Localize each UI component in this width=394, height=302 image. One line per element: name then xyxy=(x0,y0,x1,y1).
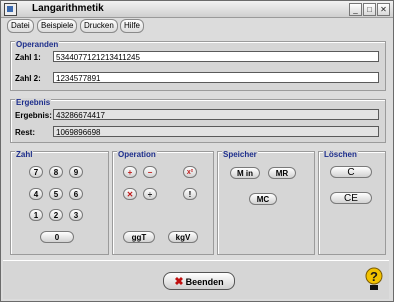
speicher-title: Speicher xyxy=(222,150,258,159)
close-button[interactable]: ✕ xyxy=(377,3,390,16)
rest-label: Rest: xyxy=(15,128,36,137)
key-8[interactable]: 8 xyxy=(49,166,63,178)
menu-datei[interactable]: Datei xyxy=(7,19,34,33)
power-button[interactable]: x² xyxy=(183,166,197,178)
ergebnis-label: Ergebnis: xyxy=(15,111,52,120)
operation-group: Operation + − x² ✕ ÷ ! ggT kgV xyxy=(112,150,214,255)
divide-button[interactable]: ÷ xyxy=(143,188,157,200)
operation-title: Operation xyxy=(117,150,157,159)
key-4[interactable]: 4 xyxy=(29,188,43,200)
key-2[interactable]: 2 xyxy=(49,209,63,221)
speicher-group: Speicher M in MR MC xyxy=(217,150,315,255)
clear-button[interactable]: C xyxy=(330,166,372,178)
memory-recall-button[interactable]: MR xyxy=(268,167,296,179)
menu-drucken[interactable]: Drucken xyxy=(80,19,118,33)
beenden-button[interactable]: ✖ Beenden xyxy=(163,272,235,290)
svg-text:?: ? xyxy=(370,269,378,284)
key-0[interactable]: 0 xyxy=(40,231,74,243)
ergebnis-title: Ergebnis xyxy=(15,98,52,107)
factorial-button[interactable]: ! xyxy=(183,188,197,200)
key-9[interactable]: 9 xyxy=(69,166,83,178)
menu-hilfe[interactable]: Hilfe xyxy=(120,19,145,33)
operanden-group: Operanden Zahl 1: 5344077121213411245 Za… xyxy=(10,40,386,91)
close-x-icon: ✖ xyxy=(174,276,184,288)
help-question-icon[interactable]: ? xyxy=(363,267,385,291)
kgv-button[interactable]: kgV xyxy=(168,231,198,243)
zahl-group: Zahl 7 8 9 4 5 6 1 2 3 0 xyxy=(10,150,109,255)
key-5[interactable]: 5 xyxy=(49,188,63,200)
minus-button[interactable]: − xyxy=(143,166,157,178)
ggt-button[interactable]: ggT xyxy=(123,231,155,243)
zahl1-input[interactable]: 5344077121213411245 xyxy=(53,51,379,62)
key-6[interactable]: 6 xyxy=(69,188,83,200)
beenden-label: Beenden xyxy=(185,277,224,287)
app-icon xyxy=(4,3,17,16)
plus-button[interactable]: + xyxy=(123,166,137,178)
zahl2-label: Zahl 2: xyxy=(15,74,41,83)
memory-clear-button[interactable]: MC xyxy=(249,193,277,205)
window-title: Langarithmetik xyxy=(32,3,104,14)
operanden-title: Operanden xyxy=(15,40,60,49)
app-window: Langarithmetik _ □ ✕ Datei Beispiele Dru… xyxy=(0,0,394,302)
rest-output: 1069896698 xyxy=(53,126,379,137)
zahl1-label: Zahl 1: xyxy=(15,53,41,62)
key-1[interactable]: 1 xyxy=(29,209,43,221)
ergebnis-output: 43286674417 xyxy=(53,109,379,120)
multiply-button[interactable]: ✕ xyxy=(123,188,137,200)
maximize-button[interactable]: □ xyxy=(363,3,376,16)
menu-beispiele[interactable]: Beispiele xyxy=(37,19,78,33)
ergebnis-group: Ergebnis Ergebnis: 43286674417 Rest: 106… xyxy=(10,98,386,143)
key-7[interactable]: 7 xyxy=(29,166,43,178)
loeschen-group: Löschen C CE xyxy=(318,150,386,255)
zahl2-input[interactable]: 1234577891 xyxy=(53,72,379,83)
title-bar: Langarithmetik _ □ ✕ xyxy=(1,1,393,18)
key-3[interactable]: 3 xyxy=(69,209,83,221)
loeschen-title: Löschen xyxy=(323,150,358,159)
memory-in-button[interactable]: M in xyxy=(230,167,260,179)
minimize-button[interactable]: _ xyxy=(349,3,362,16)
clear-entry-button[interactable]: CE xyxy=(330,192,372,204)
zahl-title: Zahl xyxy=(15,150,34,159)
